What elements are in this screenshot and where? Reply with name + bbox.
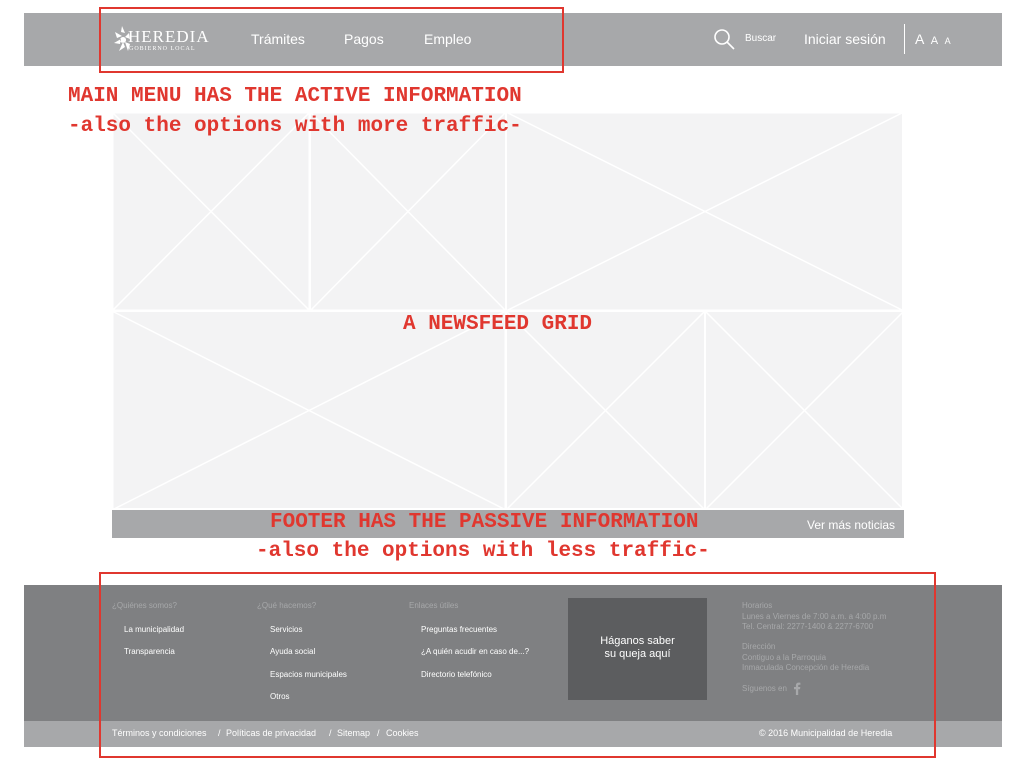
annotation-newsfeed: A NEWSFEED GRID [403,313,593,336]
news-tile-featured[interactable] [112,310,507,510]
news-tile[interactable] [309,112,507,312]
news-tile[interactable] [112,112,311,312]
font-size-small-button[interactable]: A [945,36,951,46]
search-button[interactable]: Buscar [745,33,776,45]
annotation-footer: FOOTER HAS THE PASSIVE INFORMATION [270,511,699,534]
font-size-large-button[interactable]: A [915,31,924,47]
login-button[interactable]: Iniciar sesión [804,31,886,47]
news-tile[interactable] [505,310,706,510]
annotation-box-main-menu [99,7,564,73]
news-tile[interactable] [704,310,904,510]
font-size-controls: A A A [915,31,953,49]
annotation-main-menu-note: -also the options with more traffic- [68,115,522,138]
font-size-medium-button[interactable]: A [931,35,938,47]
news-tile-featured[interactable] [505,112,904,312]
search-icon[interactable] [713,28,735,50]
annotation-box-footer [99,572,936,758]
newsfeed-grid [112,112,904,510]
annotation-main-menu: MAIN MENU HAS THE ACTIVE INFORMATION [68,85,522,108]
annotation-footer-note: -also the options with less traffic- [256,540,710,563]
more-news-link[interactable]: Ver más noticias [807,518,895,532]
header-divider [904,24,905,54]
